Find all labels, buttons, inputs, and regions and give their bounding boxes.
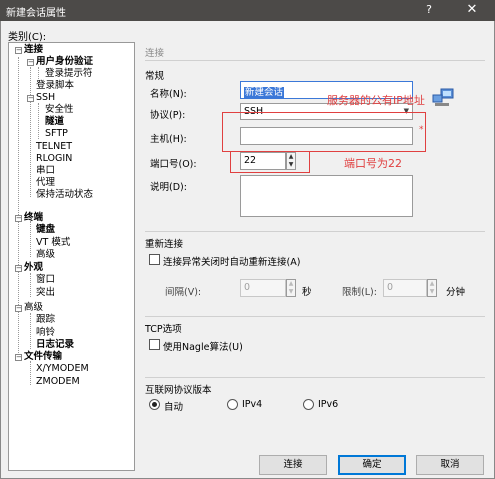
tree-connector	[38, 103, 39, 139]
port-label: 端口号(O):	[150, 159, 197, 170]
tree-item-window[interactable]: 窗口	[36, 274, 55, 286]
tree-item-trace[interactable]: 跟踪	[36, 314, 55, 326]
spin-down-icon[interactable]: ▼	[287, 288, 295, 296]
interval-label: 间隔(V):	[165, 287, 202, 298]
tree-item-telnet[interactable]: TELNET	[36, 141, 72, 153]
collapse-icon[interactable]: −	[27, 59, 34, 66]
tree-item-highlight[interactable]: 突出	[36, 287, 55, 299]
limit-value: 0	[387, 282, 394, 293]
host-label: 主机(H):	[150, 134, 187, 145]
collapse-icon[interactable]: −	[15, 47, 22, 54]
interval-unit: 秒	[302, 287, 312, 298]
tree-item-appearance[interactable]: 外观	[24, 262, 43, 274]
interval-spinner[interactable]: ▲ ▼	[286, 279, 296, 297]
tree-item-user-auth[interactable]: 用户身份验证	[36, 56, 93, 68]
breadcrumb: 连接	[145, 48, 165, 59]
ip-auto-label: 自动	[164, 402, 184, 413]
section-divider	[145, 377, 485, 378]
tree-connector	[30, 313, 31, 349]
tree-item-login-script[interactable]: 登录脚本	[36, 80, 74, 92]
nagle-label: 使用Nagle算法(U)	[163, 342, 243, 353]
interval-field[interactable]: 0	[240, 279, 286, 297]
collapse-icon[interactable]: −	[27, 95, 34, 102]
tree-connector	[30, 273, 31, 297]
tree-item-vt-mode[interactable]: VT 模式	[36, 237, 70, 249]
tree-item-connection[interactable]: 连接	[24, 44, 43, 56]
tree-connector	[30, 361, 31, 385]
auto-reconnect-checkbox[interactable]	[149, 254, 160, 265]
tree-item-terminal-advanced[interactable]: 高级	[36, 249, 55, 261]
nagle-checkbox[interactable]	[149, 339, 160, 350]
collapse-icon[interactable]: −	[15, 354, 22, 361]
name-label: 名称(N):	[150, 89, 187, 100]
collapse-icon[interactable]: −	[15, 215, 22, 222]
tree-item-keyboard[interactable]: 键盘	[36, 224, 55, 236]
port-highlight-box	[230, 151, 310, 173]
reconnect-section-title: 重新连接	[145, 239, 184, 250]
tcp-section-title: TCP选项	[145, 324, 182, 335]
network-computer-icon	[432, 88, 454, 108]
interval-value: 0	[244, 282, 251, 293]
ipv6-label: IPv6	[318, 399, 339, 410]
ipv4-radio[interactable]	[227, 399, 238, 410]
cancel-button[interactable]: 取消	[416, 455, 484, 475]
collapse-icon[interactable]: −	[15, 265, 22, 272]
collapse-icon[interactable]: −	[15, 305, 22, 312]
tree-item-serial[interactable]: 串口	[36, 165, 55, 177]
tree-item-sftp[interactable]: SFTP	[45, 128, 68, 140]
spin-down-icon[interactable]: ▼	[428, 288, 436, 296]
limit-spinner[interactable]: ▲ ▼	[427, 279, 437, 297]
host-highlight-box	[222, 112, 426, 152]
tree-connector	[30, 221, 31, 257]
limit-label: 限制(L):	[342, 287, 377, 298]
tree-item-ssh[interactable]: SSH	[36, 92, 55, 104]
protocol-label: 协议(P):	[150, 110, 186, 121]
tree-item-keepalive[interactable]: 保持活动状态	[36, 189, 93, 201]
tree-item-terminal[interactable]: 终端	[24, 212, 43, 224]
ipv4-label: IPv4	[242, 399, 263, 410]
category-tree[interactable]: − 连接 − 用户身份验证 登录提示符 登录脚本 − SSH 安全性 隧道 SF…	[8, 42, 135, 471]
ip-auto-radio[interactable]	[149, 399, 160, 410]
connect-button[interactable]: 连接	[259, 455, 327, 475]
host-annotation: 服务器的公有IP地址	[327, 94, 425, 107]
name-value: 新建会话	[244, 87, 285, 98]
tree-item-tunnel[interactable]: 隧道	[45, 116, 64, 128]
breadcrumb-divider	[145, 60, 485, 61]
tree-connector	[38, 67, 39, 79]
description-field[interactable]	[240, 175, 413, 217]
tree-connector	[18, 57, 19, 357]
tree-item-file-transfer[interactable]: 文件传输	[24, 351, 62, 363]
help-icon[interactable]: ?	[421, 3, 437, 16]
description-label: 说明(D):	[150, 182, 187, 193]
ipv6-radio[interactable]	[303, 399, 314, 410]
title-bar: 新建会话属性 ? ✕	[0, 0, 495, 21]
limit-unit: 分钟	[446, 287, 466, 298]
tree-item-zmodem[interactable]: ZMODEM	[36, 376, 80, 388]
tree-connector	[30, 67, 31, 197]
section-divider	[145, 316, 485, 317]
tree-item-logging[interactable]: 日志记录	[36, 339, 74, 351]
tree-item-xymodem[interactable]: X/YMODEM	[36, 363, 89, 375]
general-section-title: 常规	[145, 71, 165, 82]
close-icon[interactable]: ✕	[459, 2, 485, 17]
ok-button[interactable]: 确定	[338, 455, 406, 475]
tree-item-proxy[interactable]: 代理	[36, 177, 55, 189]
ip-section-title: 互联网协议版本	[145, 385, 212, 396]
spin-up-icon[interactable]: ▲	[287, 280, 295, 288]
limit-field[interactable]: 0	[383, 279, 427, 297]
tree-item-bell[interactable]: 响铃	[36, 327, 55, 339]
spin-up-icon[interactable]: ▲	[428, 280, 436, 288]
tree-item-advanced[interactable]: 高级	[24, 302, 43, 314]
section-divider	[145, 231, 485, 232]
tree-item-login-prompt[interactable]: 登录提示符	[45, 68, 93, 80]
tree-item-rlogin[interactable]: RLOGIN	[36, 153, 72, 165]
window-title: 新建会话属性	[6, 8, 66, 19]
category-label: 类别(C):	[8, 32, 47, 43]
auto-reconnect-label: 连接异常关闭时自动重新连接(A)	[163, 257, 301, 268]
tree-item-security[interactable]: 安全性	[45, 104, 74, 116]
port-annotation: 端口号为22	[344, 157, 402, 170]
